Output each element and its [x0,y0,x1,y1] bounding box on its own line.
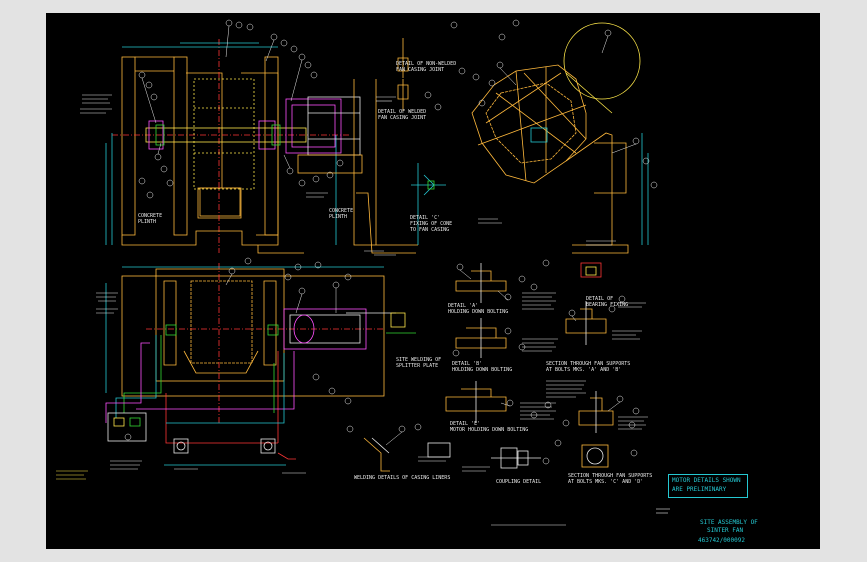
detail-bearing-label: DETAIL OF BEARING FIXING [586,296,629,308]
detail-welded-label: DETAIL OF WELDED FAN CASING JOINT [378,109,427,121]
cad-drawing-canvas [56,19,670,526]
motor-note-line-2: ARE PRELIMINARY [672,486,727,493]
detail-e-label: DETAIL 'E' MOTOR HOLDING DOWN BOLTING [450,421,529,433]
plan-view [105,263,396,466]
drawing-sheet: CONCRETE PLINTH CONCRETE PLINTH DETAIL O… [46,13,820,549]
callouts [124,19,658,465]
welding-details-label: WELDING DETAILS OF CASING LINERS [354,475,451,481]
coupling-detail-label: COUPLING DETAIL [496,479,542,485]
detail-b-label: DETAIL 'B' HOLDING DOWN BOLTING [452,361,513,373]
detail-non-welded-label: DETAIL OF NON-WELDED FAN CASING JOINT [396,61,457,73]
detail-cone-label: DETAIL 'C' FIXING OF CONE TO FAN CASING [410,215,453,233]
motor-note-box: MOTOR DETAILS SHOWN ARE PRELIMINARY [668,474,748,498]
side-view [353,79,419,254]
motor-note-line-1: MOTOR DETAILS SHOWN [672,477,741,484]
drawing-number: 463742/000092 [698,537,745,544]
site-welding-label: SITE WELDING OF SPLITTER PLATE [396,357,442,369]
concrete-plinth-label-left: CONCRETE PLINTH [138,213,163,225]
section-supports-cd-label: SECTION THROUGH FAN SUPPORTS AT BOLTS MK… [568,473,653,485]
fan-casing-section [471,22,649,254]
detail-a-label: DETAIL 'A' HOLDING DOWN BOLTING [448,303,509,315]
drawing-title-line-1: SITE ASSEMBLY OF [700,519,758,526]
drawing-title-line-2: SINTER FAN [707,527,744,534]
concrete-plinth-label-mid: CONCRETE PLINTH [329,208,354,220]
section-supports-ab-label: SECTION THROUGH FAN SUPPORTS AT BOLTS MK… [546,361,631,373]
